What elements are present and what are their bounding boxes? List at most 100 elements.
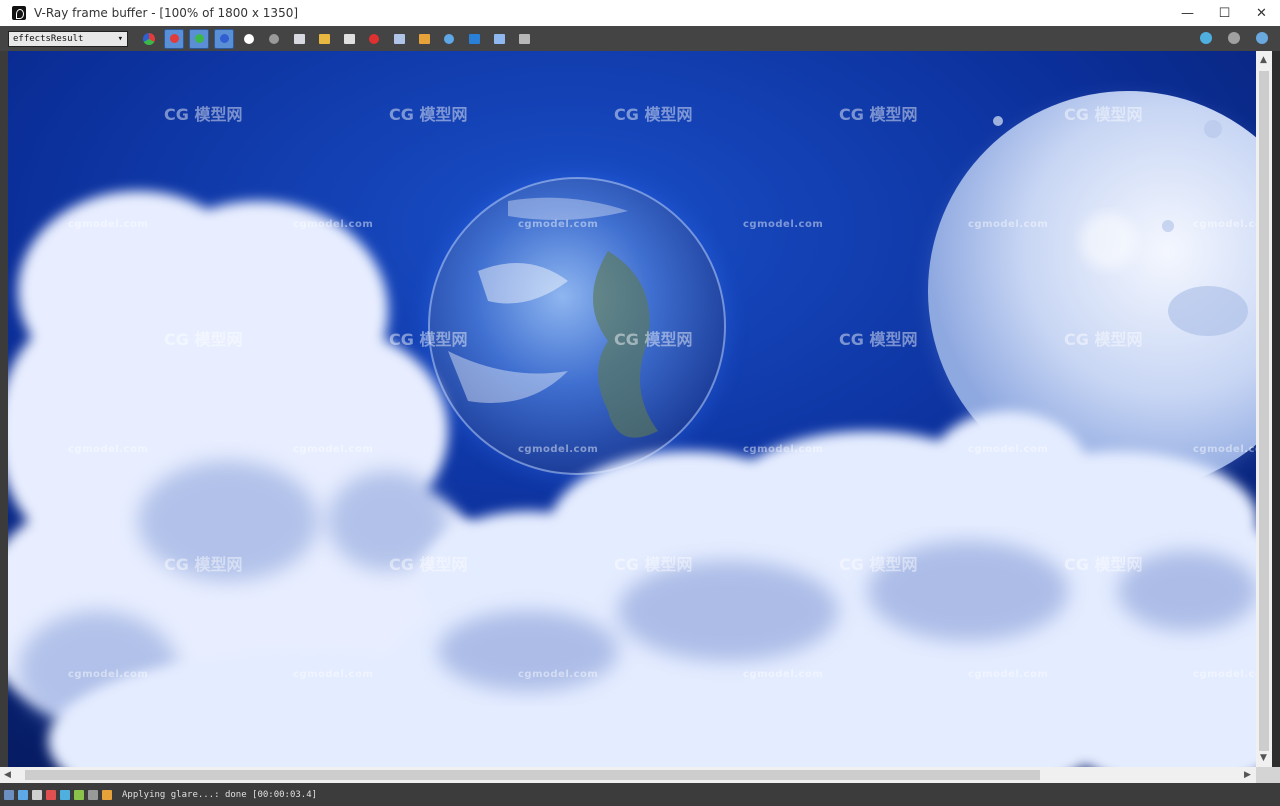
scroll-down-icon[interactable]: ▼ (1260, 753, 1267, 763)
watermark-cn: CG 模型网 (614, 555, 693, 574)
watermark-domain: cgmodel.com (968, 669, 1049, 680)
render-image (8, 51, 1256, 767)
open-folder-glyph (318, 33, 330, 44)
compare-icon[interactable] (18, 789, 28, 800)
teapot-render-glyph (1256, 32, 1268, 44)
blue-channel-glyph (219, 34, 229, 43)
region-render-glyph (393, 33, 405, 44)
display-settings-glyph (468, 33, 480, 44)
watermark-cn: CG 模型网 (164, 555, 243, 574)
color-sample-icon[interactable] (46, 789, 56, 800)
window-title: V-Ray frame buffer - [100% of 1800 x 135… (34, 6, 299, 20)
lens-effects-glyph (518, 33, 530, 44)
alpha-white-glyph (244, 33, 254, 44)
watermark-cn: CG 模型网 (614, 330, 693, 349)
watermark-domain: cgmodel.com (743, 219, 824, 230)
title-bar[interactable]: V-Ray frame buffer - [100% of 1800 x 135… (0, 0, 1280, 26)
watermark-domain: cgmodel.com (743, 669, 824, 680)
status-bar: Applying glare...: done [00:00:03.4] (0, 783, 1280, 806)
stop-render-glyph (369, 33, 379, 44)
window-controls: — ☐ ✕ (1169, 0, 1280, 26)
render-icon[interactable] (439, 29, 459, 49)
watermark-cn: CG 模型网 (1064, 555, 1143, 574)
open-folder-icon[interactable] (314, 29, 334, 49)
vfb-window: V-Ray frame buffer - [100% of 1800 x 135… (0, 0, 1280, 806)
watermark-cn: CG 模型网 (164, 330, 243, 349)
vertical-scroll-thumb[interactable] (1259, 71, 1269, 751)
watermark-domain: cgmodel.com (293, 669, 374, 680)
alpha-white-icon[interactable] (239, 29, 259, 49)
red-channel-button[interactable] (164, 28, 184, 49)
watermark-domain: cgmodel.com (1193, 669, 1256, 680)
red-channel-glyph (169, 34, 179, 43)
clear-image-icon[interactable] (339, 29, 359, 49)
watermark-cn: CG 模型网 (839, 555, 918, 574)
vray-logo-icon (12, 6, 26, 20)
close-button[interactable]: ✕ (1243, 0, 1280, 26)
layers-globe-icon[interactable] (1196, 28, 1216, 48)
watermark-cn: CG 模型网 (614, 105, 693, 124)
watermark-domain: cgmodel.com (518, 669, 599, 680)
region-render-icon[interactable] (389, 29, 409, 49)
vfb-toolbar: effectsResult ▾ (0, 26, 1280, 51)
right-edge-strip (1272, 51, 1280, 767)
display-settings-icon[interactable] (464, 29, 484, 49)
watermark-cn: CG 模型网 (839, 330, 918, 349)
settings-icon[interactable] (88, 789, 98, 800)
render-viewport[interactable]: CG 模型网 CG 模型网 CG 模型网 cgmodel.com cgmodel.com… (8, 51, 1256, 767)
pixel-info-glyph (1228, 32, 1240, 44)
color-correction-glyph (493, 33, 505, 44)
horizontal-scroll-thumb[interactable] (25, 770, 1040, 780)
stamp-icon[interactable] (74, 789, 84, 800)
lut-icon[interactable] (102, 789, 112, 800)
mono-gray-glyph (269, 33, 279, 44)
teapot-render-icon[interactable] (1252, 28, 1272, 48)
clear-image-glyph (343, 33, 355, 44)
watermark-cn: CG 模型网 (389, 330, 468, 349)
watermark-domain: cgmodel.com (968, 219, 1049, 230)
scroll-up-icon[interactable]: ▲ (1260, 55, 1267, 65)
lens-icon[interactable] (60, 789, 70, 800)
save-image-icon[interactable] (289, 29, 309, 49)
pixel-info-icon[interactable] (1224, 28, 1244, 48)
save-image-glyph (293, 33, 305, 44)
watermark-domain: cgmodel.com (68, 219, 149, 230)
maximize-button[interactable]: ☐ (1206, 0, 1243, 26)
lens-effects-icon[interactable] (514, 29, 534, 49)
toolbar-right-buttons (1188, 28, 1272, 48)
green-channel-glyph (194, 34, 204, 43)
folder-icon[interactable] (32, 789, 42, 800)
render-glyph (444, 33, 454, 44)
track-mouse-icon[interactable] (414, 29, 434, 49)
scroll-left-icon[interactable]: ◀ (4, 770, 11, 780)
chevron-down-icon: ▾ (117, 33, 123, 44)
watermark-domain: cgmodel.com (518, 219, 599, 230)
watermark-cn: CG 模型网 (389, 105, 468, 124)
rgb-channels-icon[interactable] (139, 29, 159, 49)
watermark-domain: cgmodel.com (743, 444, 824, 455)
watermark-cn: CG 模型网 (164, 105, 243, 124)
watermark-cn: CG 模型网 (1064, 105, 1143, 124)
watermark-cn: CG 模型网 (1064, 330, 1143, 349)
watermark-cn: CG 模型网 (839, 105, 918, 124)
rgb-channels-glyph (143, 32, 155, 45)
watermark-domain: cgmodel.com (968, 444, 1049, 455)
blue-channel-button[interactable] (214, 28, 234, 49)
color-correction-icon[interactable] (489, 29, 509, 49)
history-icon[interactable] (4, 789, 14, 800)
watermark-domain: cgmodel.com (293, 444, 374, 455)
channel-select-value: effectsResult (13, 33, 84, 44)
green-channel-button[interactable] (189, 28, 209, 49)
watermark-cn: CG 模型网 (389, 555, 468, 574)
left-edge-strip (0, 51, 8, 767)
minimize-button[interactable]: — (1169, 0, 1206, 26)
scroll-right-icon[interactable]: ▶ (1244, 770, 1251, 780)
status-message: Applying glare...: done [00:00:03.4] (122, 789, 318, 800)
layers-globe-glyph (1200, 32, 1212, 44)
stop-render-icon[interactable] (364, 29, 384, 49)
horizontal-scrollbar[interactable]: ◀ ▶ (0, 767, 1256, 783)
mono-gray-icon[interactable] (264, 29, 284, 49)
channel-select[interactable]: effectsResult ▾ (8, 30, 128, 47)
vertical-scrollbar[interactable]: ▲ ▼ (1256, 51, 1272, 767)
watermark-domain: cgmodel.com (1193, 444, 1256, 455)
